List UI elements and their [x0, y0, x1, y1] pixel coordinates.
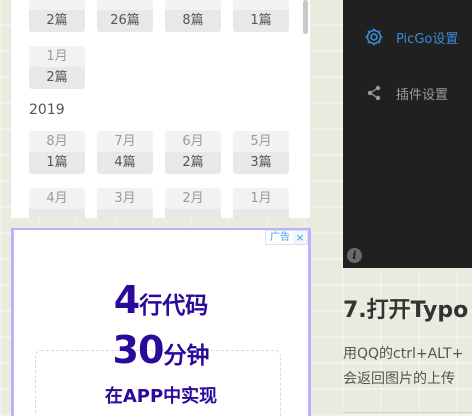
archive-month-cell[interactable]: 5月 3篇	[233, 131, 289, 174]
archive-widget[interactable]: 2篇 26篇 8篇 1篇 1月 2篇 2019 8月 1篇 7月 4篇 6月 2篇 5月…	[11, 0, 310, 218]
article-paragraph: 用QQ的ctrl+ALT+ 会返回图片的上传	[343, 342, 472, 392]
archive-month-cell[interactable]: 2篇	[29, 0, 85, 32]
archive-month: 1月	[29, 46, 85, 67]
menu-item-label: PicGo设置	[396, 31, 459, 47]
share-icon	[363, 82, 385, 104]
archive-month-cell[interactable]: 7月 4篇	[97, 131, 153, 174]
divider	[343, 412, 472, 413]
menu-item-label: 插件设置	[396, 87, 449, 103]
info-icon[interactable]: i	[347, 248, 362, 263]
archive-month: 2月	[165, 188, 221, 209]
archive-month-cell[interactable]: 1篇	[233, 0, 289, 32]
advertisement-banner[interactable]: 广告 × 4行代码 30分钟 在APP中实现	[11, 228, 311, 416]
archive-row: 4月 3月 2月 1月	[11, 188, 301, 218]
archive-year-label: 2019	[29, 102, 65, 118]
settings-screenshot: PicGo设置 插件设置	[343, 0, 472, 268]
archive-count	[165, 209, 221, 218]
archive-month-cell[interactable]: 3月	[97, 188, 153, 218]
archive-month-cell[interactable]: 8篇	[165, 0, 221, 32]
archive-count: 26篇	[97, 10, 153, 32]
ad-label: 广告 ×	[265, 230, 308, 245]
archive-count	[29, 209, 85, 218]
gear-icon	[363, 26, 385, 48]
archive-month: 6月	[165, 131, 221, 152]
archive-month: 3月	[97, 188, 153, 209]
menu-item-picgo-settings[interactable]: PicGo设置	[363, 25, 458, 49]
archive-count: 3篇	[233, 152, 289, 174]
ad-headline-3: 在APP中实现	[104, 386, 218, 407]
archive-count: 4篇	[97, 152, 153, 174]
close-icon[interactable]: ×	[293, 231, 307, 244]
article-paragraph-line: 会返回图片的上传	[343, 371, 455, 387]
archive-month-cell[interactable]: 26篇	[97, 0, 153, 32]
archive-month-cell[interactable]: 2月	[165, 188, 221, 218]
menu-item-plugin-settings[interactable]: 插件设置	[363, 81, 448, 105]
archive-count: 8篇	[165, 10, 221, 32]
archive-count: 1篇	[29, 152, 85, 174]
advertisement-content[interactable]: 广告 × 4行代码 30分钟 在APP中实现	[14, 230, 308, 416]
archive-month-cell[interactable]: 1月	[233, 188, 289, 218]
archive-month: 8月	[29, 131, 85, 152]
archive-month: 4月	[29, 188, 85, 209]
archive-count	[97, 209, 153, 218]
archive-row: 1月 2篇	[11, 46, 301, 89]
archive-count	[233, 209, 289, 218]
ad-headline-1: 4行代码	[113, 278, 209, 322]
archive-month-cell[interactable]: 6月 2篇	[165, 131, 221, 174]
article-heading: 7.打开Typo	[343, 298, 469, 323]
archive-count: 2篇	[165, 152, 221, 174]
archive-count: 2篇	[29, 67, 85, 89]
archive-row: 2篇 26篇 8篇 1篇	[11, 0, 301, 32]
archive-month-cell[interactable]: 8月 1篇	[29, 131, 85, 174]
ad-tag-text: 广告	[270, 232, 290, 243]
article-paragraph-line: 用QQ的ctrl+ALT+	[343, 346, 464, 362]
archive-row: 8月 1篇 7月 4篇 6月 2篇 5月 3篇	[11, 131, 301, 174]
archive-list[interactable]: 2篇 26篇 8篇 1篇 1月 2篇 2019 8月 1篇 7月 4篇 6月 2篇 5月…	[11, 0, 301, 218]
archive-count: 2篇	[29, 10, 85, 32]
archive-month-cell[interactable]: 1月 2篇	[29, 46, 85, 89]
ad-headline-2: 30分钟	[112, 328, 210, 372]
archive-month: 7月	[97, 131, 153, 152]
archive-month: 1月	[233, 188, 289, 209]
archive-scrollbar[interactable]	[303, 0, 308, 34]
archive-month: 5月	[233, 131, 289, 152]
archive-month-cell[interactable]: 4月	[29, 188, 85, 218]
archive-count: 1篇	[233, 10, 289, 32]
